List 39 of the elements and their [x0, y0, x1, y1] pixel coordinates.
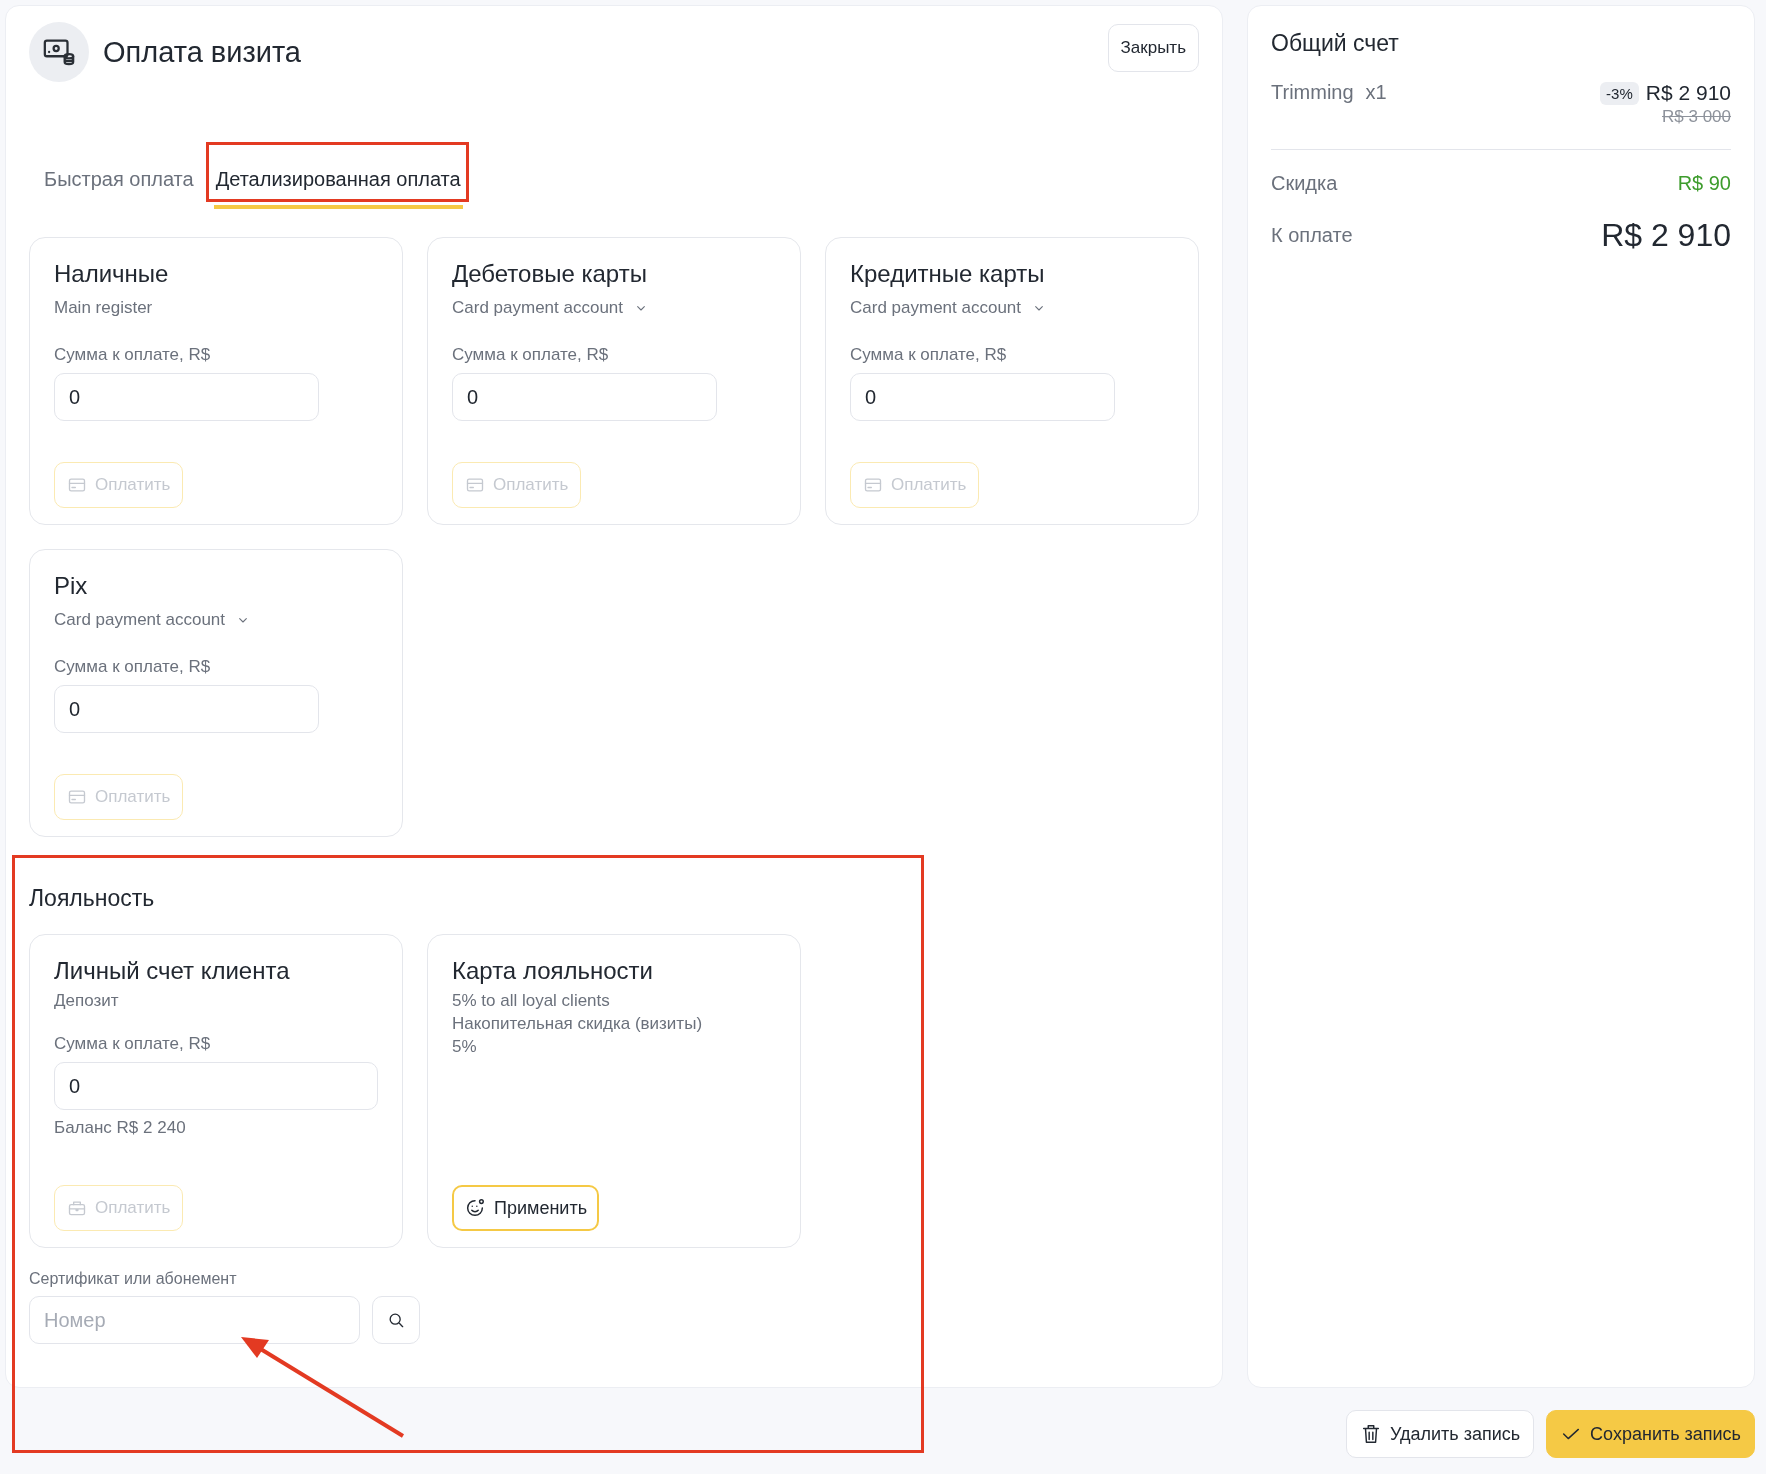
card-title: Наличные — [54, 260, 169, 288]
close-button[interactable]: Закрыть — [1107, 24, 1199, 72]
card-title: Личный счет клиента — [54, 957, 290, 985]
apply-button[interactable]: Применить — [452, 1185, 599, 1231]
account-name: Main register — [54, 298, 153, 318]
field-label: Сумма к оплате, R$ — [452, 345, 609, 365]
service-quantity: x1 — [1365, 81, 1387, 104]
card-title: Pix — [54, 572, 88, 600]
field-label: Сумма к оплате, R$ — [850, 345, 1007, 365]
balance-text: Баланс R$ 2 240 — [54, 1118, 186, 1138]
section-title: Лояльность — [29, 885, 156, 912]
total-value: R$ 2 910 — [1601, 217, 1731, 254]
loyalty-info-text: Накопительная скидка (визиты) — [452, 1014, 703, 1034]
tab[interactable]: Быстрая оплата — [42, 160, 196, 209]
summary-title: Общий счет — [1271, 30, 1400, 57]
loyalty-info-text: 5% to all loyal clients — [452, 991, 610, 1011]
certificate-number-field[interactable]: Номер — [29, 1296, 360, 1344]
page-title: Оплата визита — [103, 35, 301, 69]
field-label: Сертификат или абонемент — [29, 1270, 238, 1288]
total-label: К оплате — [1271, 224, 1353, 247]
service-price: R$ 2 910 — [1645, 81, 1731, 105]
card-title: Дебетовые карты — [452, 260, 647, 288]
service-name: Trimming — [1271, 81, 1354, 104]
discount-value: R$ 90 — [1677, 172, 1731, 195]
search-button[interactable] — [372, 1296, 420, 1344]
field-label: Сумма к оплате, R$ — [54, 657, 211, 677]
card-title: Кредитные карты — [850, 260, 1045, 288]
delete-button[interactable]: Удалить запись — [1345, 1410, 1535, 1458]
card-title: Карта лояльности — [452, 957, 653, 985]
account-name: Депозит — [54, 991, 119, 1011]
field-label: Сумма к оплате, R$ — [54, 1034, 211, 1054]
old-price: R$ 3 000 — [1662, 107, 1731, 127]
discount-label: Скидка — [1271, 172, 1338, 195]
loyalty-info-text: 5% — [452, 1037, 477, 1057]
discount-badge: -3% — [1600, 81, 1639, 105]
field-label: Сумма к оплате, R$ — [54, 345, 211, 365]
tab[interactable]: Детализированная оплата — [213, 160, 463, 209]
save-button[interactable]: Сохранить запись — [1546, 1410, 1755, 1458]
smile-icon — [464, 1197, 486, 1219]
